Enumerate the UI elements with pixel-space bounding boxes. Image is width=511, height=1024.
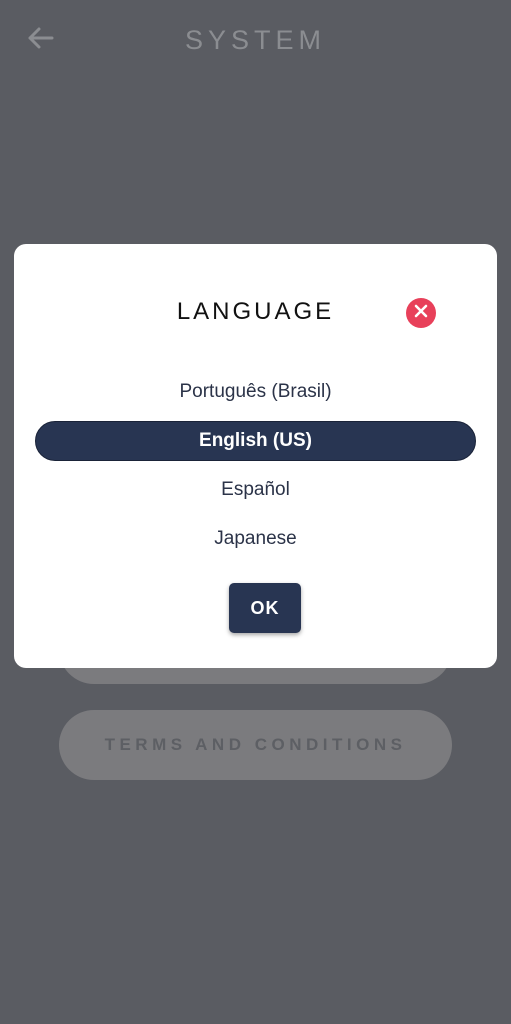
language-dialog: LANGUAGE Português (Brasil) English (US)… <box>14 244 497 668</box>
close-button[interactable] <box>406 298 436 328</box>
screen-title: SYSTEM <box>184 25 327 55</box>
language-list: Português (Brasil) English (US) Español … <box>35 372 476 568</box>
language-option-english[interactable]: English (US) <box>35 421 476 461</box>
language-option-spanish[interactable]: Español <box>35 470 476 510</box>
language-option-portuguese[interactable]: Português (Brasil) <box>35 372 476 412</box>
terms-and-conditions-button[interactable]: TERMS AND CONDITIONS <box>59 710 452 780</box>
language-option-japanese[interactable]: Japanese <box>35 519 476 559</box>
close-icon <box>414 304 428 323</box>
ok-button[interactable]: OK <box>229 583 301 633</box>
